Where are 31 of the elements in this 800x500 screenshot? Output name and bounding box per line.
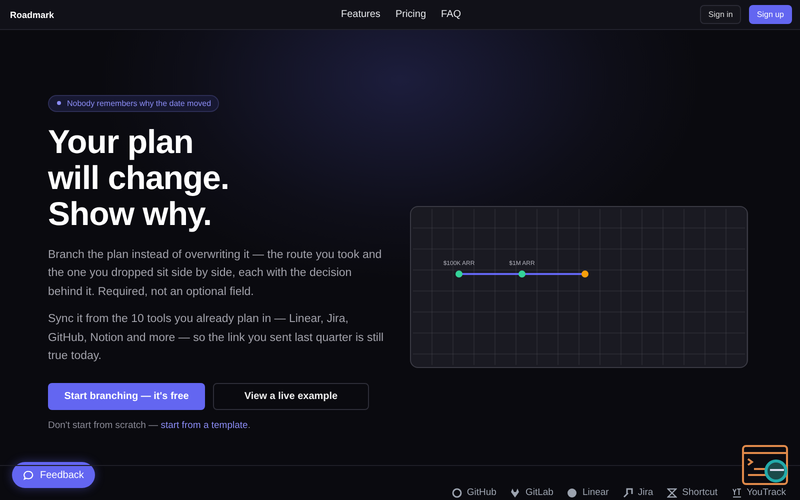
hero-title: Show why. [48,196,212,232]
template-note: Don't start from scratch — start from a template. [48,420,252,430]
milestone-dot[interactable] [582,270,588,278]
letters-icon [732,488,742,498]
hero-title: Your plan [48,124,194,160]
milestone-dot[interactable] [518,270,526,278]
integration-logo: YouTrack [732,487,786,498]
chat-bubble-icon [23,470,34,480]
integration-logo: Shortcut [667,487,718,498]
hero-title: will change. [48,160,230,196]
feedback-button[interactable]: Feedback [12,462,95,488]
integration-logo: Linear [567,487,609,498]
integration-logo: GitLab [510,487,554,498]
nav-link[interactable]: Pricing [395,9,426,20]
nav-link[interactable]: FAQ [441,9,462,20]
sign-in-button[interactable]: Sign in [700,5,741,24]
tagline-badge: Nobody remembers why the date moved [48,94,220,112]
live-example-button[interactable]: View a live example [213,382,369,410]
logo[interactable]: Roadmark [10,10,271,20]
template-link[interactable]: start from a template [160,420,248,430]
integration-logo: GitHub [452,487,496,498]
hero-paragraph: Sync it from the 10 tools you already plan in — Linear, Jira, GitHub, Notion and more — so the link you sent last quarter is still true today. [48,312,384,364]
window-magnifier-icon[interactable] [742,445,790,487]
milestone-dot[interactable] [456,270,462,278]
start-branching-button[interactable]: Start branching — it's free [48,382,205,410]
integration-logo: Jira [622,487,654,498]
sign-up-button[interactable]: Sign up [748,5,792,24]
hero-paragraph: Branch the plan instead of overwriting it — the route you took and the one you dropped sit side by side, each with the decision behind it. Required, not an optional field. [48,248,383,300]
fox-icon [510,488,520,498]
circle-icon [567,488,578,498]
nav-link[interactable]: Features [340,9,380,20]
